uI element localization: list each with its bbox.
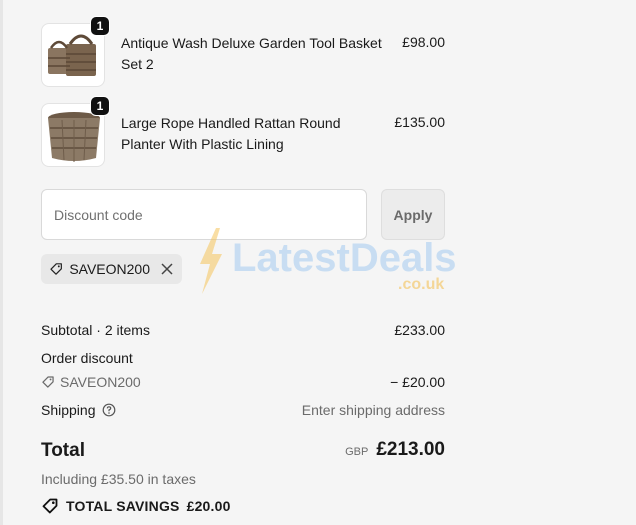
quantity-badge: 1	[90, 96, 110, 116]
product-price: £98.00	[402, 34, 445, 50]
close-icon	[161, 263, 173, 275]
quantity-badge: 1	[90, 16, 110, 36]
remove-discount-button[interactable]	[160, 262, 174, 276]
taxes-note: Including £35.50 in taxes	[41, 471, 196, 487]
order-discount-code: SAVEON200	[41, 374, 141, 390]
applied-discount-chip: SAVEON200	[41, 254, 182, 284]
total-amount: £213.00	[376, 439, 445, 460]
savings-label: TOTAL SAVINGS	[66, 498, 180, 514]
product-price: £135.00	[394, 114, 445, 130]
discount-code-input[interactable]	[41, 189, 367, 240]
help-circle-icon[interactable]	[102, 403, 116, 417]
shipping-label: Shipping	[41, 402, 96, 418]
total-savings: TOTAL SAVINGS £20.00	[41, 497, 231, 515]
subtotal-value: £233.00	[394, 322, 445, 338]
total-row-value: GBP £213.00	[245, 439, 445, 461]
tag-icon	[42, 376, 54, 388]
subtotal-label: Subtotal · 2 items	[41, 322, 150, 338]
watermark-domain: .co.uk	[398, 276, 444, 293]
applied-discount-code: SAVEON200	[69, 261, 150, 277]
total-label: Total	[41, 440, 85, 461]
savings-tag-icon	[42, 498, 58, 514]
currency-code: GBP	[345, 446, 369, 458]
product-thumbnail: 1	[41, 96, 110, 167]
watermark-brand: LatestDeals	[232, 236, 456, 280]
order-discount-code-text: SAVEON200	[60, 374, 141, 390]
apply-discount-button[interactable]: Apply	[381, 189, 445, 240]
savings-value: £20.00	[186, 498, 231, 514]
product-thumbnail: 1	[41, 16, 110, 87]
shipping-row: Shipping	[41, 402, 116, 418]
tag-icon	[50, 263, 62, 275]
order-discount-value: − £20.00	[390, 374, 445, 390]
page-edge	[0, 0, 3, 525]
shipping-value: Enter shipping address	[301, 402, 445, 418]
order-discount-label: Order discount	[41, 350, 133, 366]
